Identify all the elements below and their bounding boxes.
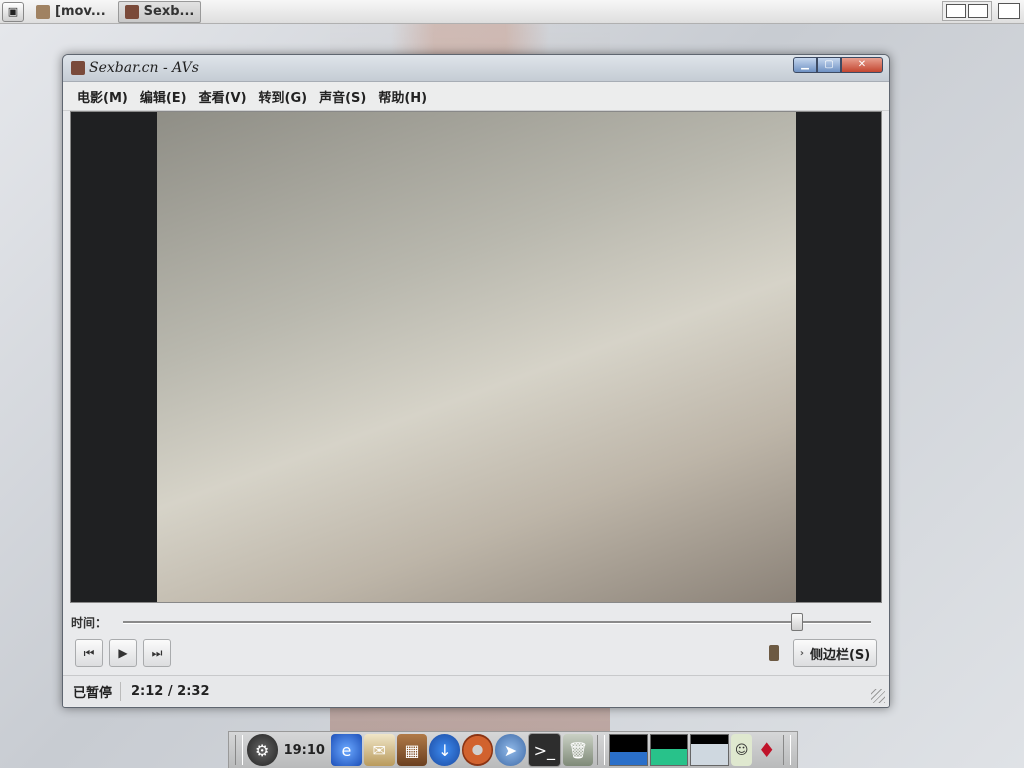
donut-icon[interactable] — [462, 734, 494, 766]
taskbar-item-label: [mov... — [55, 4, 106, 19]
close-button[interactable]: ✕ — [841, 57, 883, 73]
status-bar: 已暂停 2:12 / 2:32 — [63, 675, 889, 706]
previous-button[interactable]: ⏮ — [75, 639, 103, 667]
chest-icon[interactable]: ▦ — [396, 734, 428, 766]
show-desktop-button[interactable] — [998, 3, 1020, 19]
menu-edit[interactable]: 编辑(E) — [134, 87, 193, 106]
player-window: Sexbar.cn - AVs ▁ ▢ ✕ 电影(M) 编辑(E) 查看(V) … — [62, 54, 890, 708]
video-image-placeholder — [157, 112, 796, 602]
menu-help[interactable]: 帮助(H) — [372, 87, 433, 106]
app-icon — [71, 61, 85, 75]
face-icon[interactable]: ☺ — [731, 734, 753, 766]
video-frame — [157, 112, 796, 602]
minimize-button[interactable]: ▁ — [793, 57, 817, 73]
gnome-icon[interactable]: ⚙ — [246, 734, 278, 766]
cpu-graph[interactable] — [609, 734, 648, 766]
seek-row: 时间： — [71, 611, 881, 633]
clock: 19:10 — [283, 742, 325, 758]
play-icon: ▶ — [118, 646, 128, 660]
next-button[interactable]: ⏭ — [143, 639, 171, 667]
dock-handle[interactable] — [235, 735, 243, 765]
taskbar-item-player[interactable]: Sexb... — [117, 0, 202, 23]
download-icon[interactable]: ↓ — [429, 734, 461, 766]
skip-back-icon: ⏮ — [83, 645, 95, 660]
seek-handle[interactable] — [791, 612, 804, 631]
app-icon — [124, 4, 139, 19]
mail-clock-icon[interactable]: ✉ — [363, 734, 395, 766]
bottom-dock: ⚙ 19:10 e ✉ ▦ ↓ ➤ >_ 🗑 ☺ ♦ — [228, 731, 798, 768]
skip-forward-icon: ⏭ — [151, 645, 163, 660]
workspace-1[interactable] — [946, 4, 966, 18]
menu-sound[interactable]: 声音(S) — [313, 87, 372, 106]
top-taskbar: ▣ [mov... Sexb... — [0, 0, 1024, 24]
chevron-right-icon: › — [799, 647, 804, 659]
menu-movie[interactable]: 电影(M) — [71, 87, 134, 106]
taskbar-item-movie[interactable]: [mov... — [30, 2, 112, 22]
resize-grip[interactable] — [871, 689, 885, 703]
playback-time: 2:12 / 2:32 — [131, 683, 210, 699]
play-button[interactable]: ▶ — [109, 639, 137, 667]
seek-label: 时间： — [71, 615, 108, 630]
seek-slider[interactable] — [123, 612, 871, 631]
ruby-icon[interactable]: ♦ — [754, 734, 779, 766]
dock-separator — [597, 735, 606, 765]
workspace-switcher — [942, 1, 1022, 21]
volume-icon[interactable] — [769, 645, 779, 661]
playback-controls: ⏮ ▶ ⏭ › 侧边栏(S) — [75, 639, 877, 669]
trash-icon[interactable]: 🗑 — [562, 734, 594, 766]
workspace-2[interactable] — [968, 4, 988, 18]
playback-state: 已暂停 — [63, 681, 122, 701]
maximize-button[interactable]: ▢ — [817, 57, 841, 73]
window-titlebar[interactable]: Sexbar.cn - AVs ▁ ▢ ✕ — [63, 55, 889, 82]
main-menu-icon[interactable]: ▣ — [2, 1, 24, 22]
dock-handle-right[interactable] — [783, 735, 792, 765]
taskbar-item-label: Sexb... — [143, 4, 195, 19]
menu-go[interactable]: 转到(G) — [253, 87, 314, 106]
window-title: Sexbar.cn - AVs — [89, 60, 199, 76]
memory-graph[interactable] — [649, 734, 689, 766]
network-graph[interactable] — [690, 734, 730, 766]
browser-icon[interactable]: e — [330, 734, 362, 766]
sidebar-toggle-label: 侧边栏(S) — [809, 647, 871, 663]
video-display[interactable] — [70, 111, 882, 603]
sidebar-toggle-button[interactable]: › 侧边栏(S) — [793, 639, 877, 667]
folder-icon — [36, 4, 50, 19]
terminal-icon[interactable]: >_ — [527, 733, 561, 767]
compass-icon[interactable]: ➤ — [495, 734, 526, 766]
menu-bar: 电影(M) 编辑(E) 查看(V) 转到(G) 声音(S) 帮助(H) — [63, 82, 889, 111]
menu-view[interactable]: 查看(V) — [193, 87, 253, 106]
